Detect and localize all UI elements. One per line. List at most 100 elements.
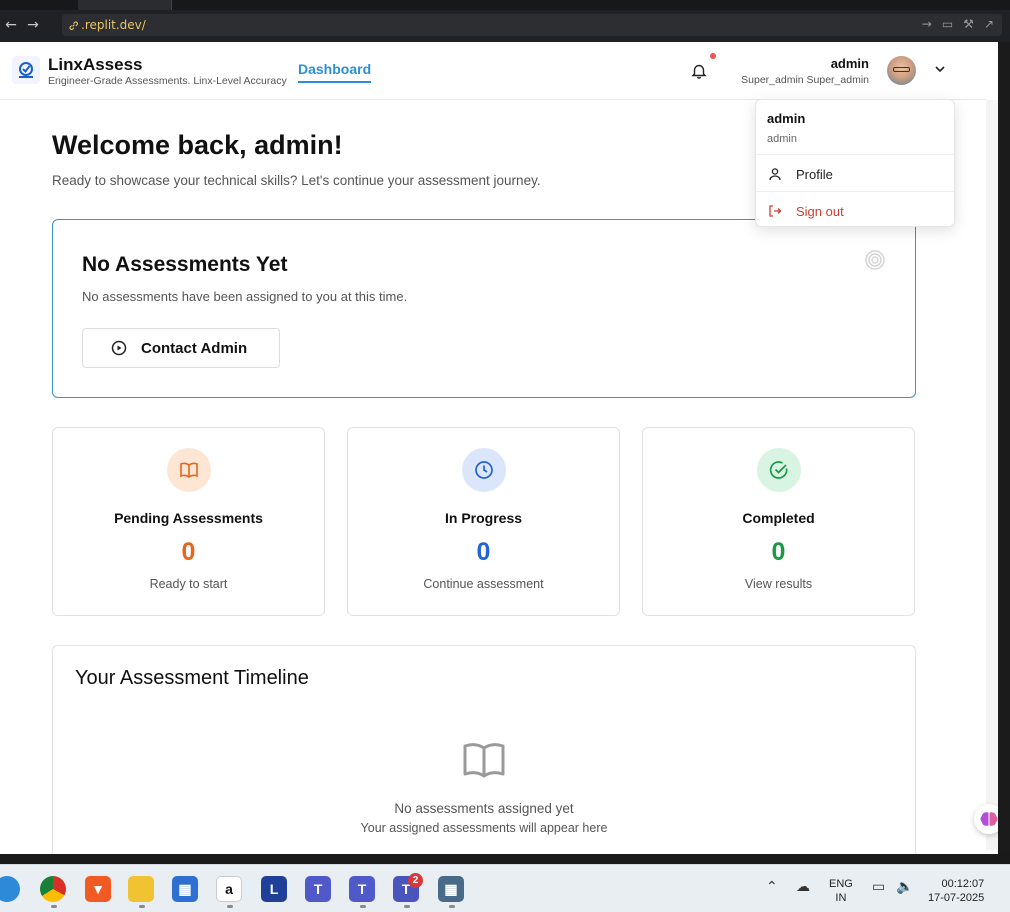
- back-icon[interactable]: ←: [0, 17, 22, 33]
- language-label: ENG: [829, 878, 853, 890]
- play-circle-icon: [111, 340, 127, 356]
- running-indicator: [360, 905, 366, 908]
- forward-icon[interactable]: →: [22, 17, 44, 33]
- calculator-icon[interactable]: ▦: [438, 876, 464, 902]
- teams-icon[interactable]: T: [349, 876, 375, 902]
- region-label: IN: [835, 892, 847, 904]
- url-text: .replit.dev/: [81, 18, 146, 32]
- taskbar: ▼ ▦ a L T T T 2 ▦ ⌃ ☁ ENG IN ▭ 🔈 00:12:0…: [0, 864, 1010, 912]
- stat-sub: View results: [744, 577, 813, 591]
- scrollbar[interactable]: [986, 100, 998, 850]
- timeline-empty-subtext: Your assigned assessments will appear he…: [360, 821, 608, 835]
- menu-item-label: Profile: [796, 166, 833, 182]
- tab-strip: [0, 0, 1010, 10]
- brand-name[interactable]: LinxAssess: [48, 55, 143, 75]
- link-icon: [69, 20, 78, 30]
- stat-value: 0: [181, 538, 196, 566]
- stat-label: Pending Assessments: [114, 510, 263, 526]
- external-link-icon[interactable]: ↗: [984, 17, 994, 31]
- stat-label: Completed: [742, 510, 815, 526]
- stat-value: 0: [771, 538, 786, 566]
- brave-icon[interactable]: ▼: [85, 876, 111, 902]
- window-frame: [998, 42, 1010, 854]
- timeline-card: Your Assessment Timeline No assessments …: [52, 645, 916, 854]
- stat-value: 0: [476, 538, 491, 566]
- running-indicator: [404, 905, 410, 908]
- clock[interactable]: 00:12:07 17-07-2025: [928, 877, 984, 905]
- nav-dashboard[interactable]: Dashboard: [298, 61, 372, 83]
- avatar[interactable]: [887, 56, 916, 85]
- edge-icon[interactable]: [0, 876, 20, 902]
- assistant-button[interactable]: [974, 804, 998, 834]
- stat-sub: Continue assessment: [423, 577, 544, 591]
- stat-card-pending[interactable]: Pending Assessments 0 Ready to start: [52, 427, 325, 616]
- book-open-icon: [179, 462, 198, 478]
- url-actions: → ▭ ⚒ ↗: [922, 17, 994, 31]
- chevron-down-icon[interactable]: [933, 62, 947, 76]
- l-app-icon[interactable]: L: [261, 876, 287, 902]
- stat-card-in-progress[interactable]: In Progress 0 Continue assessment: [347, 427, 620, 616]
- language-indicator[interactable]: ENG IN: [829, 877, 853, 905]
- menu-item-sign-out[interactable]: Sign out: [756, 194, 954, 228]
- menu-item-label: Sign out: [796, 203, 844, 219]
- user-name[interactable]: admin: [831, 56, 869, 71]
- running-indicator: [449, 905, 455, 908]
- running-indicator: [51, 905, 57, 908]
- address-bar[interactable]: .replit.dev/ → ▭ ⚒ ↗: [62, 14, 1002, 36]
- user-icon: [769, 168, 781, 181]
- divider: [756, 154, 954, 155]
- stat-icon-bg: [166, 448, 211, 492]
- divider: [756, 191, 954, 192]
- check-circle-icon: [769, 461, 787, 479]
- target-icon: [865, 250, 885, 270]
- page-title: Welcome back, admin!: [52, 130, 343, 160]
- browser-tab[interactable]: [78, 0, 172, 10]
- stat-card-completed[interactable]: Completed 0 View results: [642, 427, 915, 616]
- running-indicator: [139, 905, 145, 908]
- stat-sub: Ready to start: [149, 577, 228, 591]
- logo-icon[interactable]: [12, 56, 40, 84]
- running-indicator: [227, 905, 233, 908]
- wrench-icon[interactable]: ⚒: [963, 17, 974, 31]
- chevron-up-icon[interactable]: ⌃: [766, 879, 778, 895]
- no-assessments-title: No Assessments Yet: [82, 253, 288, 276]
- app-header: LinxAssess Engineer-Grade Assessments. L…: [0, 42, 986, 100]
- timeline-title: Your Assessment Timeline: [75, 667, 309, 689]
- clock-date: 17-07-2025: [928, 892, 985, 904]
- brand-tagline: Engineer-Grade Assessments. Linx-Level A…: [48, 75, 287, 87]
- timeline-empty-text: No assessments assigned yet: [394, 801, 574, 816]
- stat-icon-bg: [756, 448, 801, 492]
- notification-badge: 2: [408, 873, 423, 888]
- stat-icon-bg: [461, 448, 506, 492]
- no-assessments-desc: No assessments have been assigned to you…: [82, 289, 408, 304]
- page-subtitle: Ready to showcase your technical skills?…: [52, 173, 541, 188]
- bell-icon[interactable]: [690, 62, 708, 80]
- brain-icon: [980, 812, 998, 826]
- browser-nav: ← →: [0, 14, 44, 36]
- notification-dot: [710, 53, 716, 59]
- contact-admin-label: Contact Admin: [141, 339, 248, 357]
- clock-icon: [474, 461, 493, 479]
- teams-icon[interactable]: T: [305, 876, 331, 902]
- chrome-icon[interactable]: [40, 876, 66, 902]
- log-out-icon: [769, 205, 782, 217]
- menu-item-profile[interactable]: Profile: [756, 157, 954, 191]
- user-dropdown-menu: admin admin Profile Sign out: [755, 99, 955, 227]
- no-assessments-card: No Assessments Yet No assessments have b…: [52, 219, 916, 398]
- store-icon[interactable]: ▦: [172, 876, 198, 902]
- browser-toolbar: ← → .replit.dev/ → ▭ ⚒ ↗: [0, 0, 1010, 42]
- folder-icon[interactable]: [128, 876, 154, 902]
- arrow-right-icon[interactable]: →: [922, 17, 932, 31]
- monitor-icon[interactable]: ▭: [942, 17, 953, 31]
- network-icon[interactable]: ▭: [872, 879, 885, 895]
- cloud-icon[interactable]: ☁: [796, 879, 810, 895]
- volume-icon[interactable]: 🔈: [896, 879, 913, 895]
- clock-time: 00:12:07: [941, 878, 985, 890]
- book-open-icon: [463, 743, 505, 778]
- dropdown-user-sub: admin: [767, 133, 797, 145]
- user-role: Super_admin Super_admin: [741, 74, 869, 86]
- contact-admin-button[interactable]: Contact Admin: [82, 328, 280, 368]
- amazon-icon[interactable]: a: [216, 876, 242, 902]
- app-page: LinxAssess Engineer-Grade Assessments. L…: [0, 42, 998, 854]
- stat-label: In Progress: [444, 510, 523, 526]
